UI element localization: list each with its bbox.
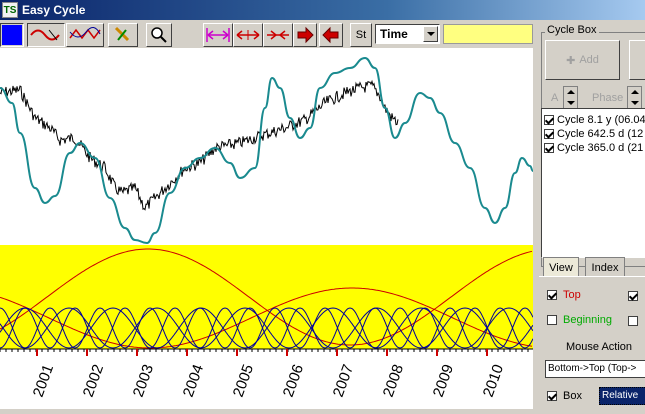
mode-select[interactable]: Time [375,24,440,44]
phase-spinner[interactable] [627,86,642,110]
tab-index[interactable]: Index [585,257,625,277]
cycle-label: Cycle 8.1 y (06.04 [557,114,645,126]
move-right-button[interactable] [293,23,317,47]
sine-wave-tool-button[interactable] [27,23,65,47]
plus-icon: ✚ [566,54,576,67]
list-item[interactable]: Cycle 8.1 y (06.04 [544,113,645,127]
chevron-down-icon[interactable] [423,26,438,42]
window-title: Easy Cycle [22,3,86,17]
stretch-arrows-icon [236,30,260,40]
st-button[interactable]: St [350,23,372,47]
amplitude-label: A [551,92,559,104]
top-checkbox[interactable] [547,290,557,300]
color-button[interactable] [0,23,24,47]
main-plot-bg [0,48,533,245]
cycle-box-label: Cycle Box [545,24,599,36]
box-option[interactable]: Box [547,390,582,402]
info-box [443,24,533,44]
add-label: Add [579,54,599,66]
relative-label: Relative [602,390,639,401]
chart-area[interactable]: 2001 2002 2003 2004 2005 2006 2007 2008 2009 2010 [0,48,534,409]
compress-arrows-icon [267,30,289,40]
title-bar: TS Easy Cycle [0,0,645,20]
view-tab-panel: Top Beginning Mouse Action Bottom->Top (… [539,276,645,410]
move-left-button[interactable] [319,23,343,47]
phase-label: Phase [592,92,624,104]
cycle-chart[interactable]: 2001 2002 2003 2004 2005 2006 2007 2008 2009 2010 [0,48,534,409]
cycle-checkbox[interactable] [544,115,554,125]
cycle-subpanel-bg [0,245,533,349]
beginning-label: Beginning [563,314,612,326]
toolbar: St Time [0,20,536,50]
app-icon: TS [2,2,18,18]
cycle-label: Cycle 642.5 d (12 [557,128,644,140]
zoom-button[interactable] [146,23,172,47]
box-label: Box [563,390,582,402]
mouse-action-select[interactable]: Bottom->Top (Top-> [545,360,645,378]
mode-select-value: Time [380,27,408,41]
arrow-right-icon [297,26,314,44]
magnifier-icon [151,27,167,43]
expand-arrows-icon [206,28,230,42]
tab-view-label: View [549,261,573,274]
blue-color-swatch-icon [2,25,22,45]
tab-view[interactable]: View [543,257,579,277]
add-cycle-button[interactable]: ✚ Add [545,40,620,80]
beginning-checkbox[interactable] [547,315,557,325]
top-option[interactable]: Top [547,289,581,301]
list-item[interactable]: Cycle 642.5 d (12 [544,127,643,141]
composite-wave-icon [69,27,101,40]
top-extra-checkbox[interactable] [628,291,638,301]
right-panel: Cycle Box ✚ Add A Phase Cycle 8.1 y (06.… [537,20,645,409]
st-label: St [355,29,367,41]
arrow-left-icon [322,26,339,44]
brush-icon [114,26,130,42]
beginning-option[interactable]: Beginning [547,314,612,326]
cycle-checkbox[interactable] [544,143,554,153]
top-label: Top [563,289,581,301]
eraser-tool-button[interactable] [108,23,138,47]
cycle-checkbox[interactable] [544,129,554,139]
mouse-action-label: Mouse Action [566,341,633,353]
remove-cycle-button[interactable] [629,40,645,80]
list-item[interactable]: Cycle 365.0 d (21 [544,141,643,155]
sine-wave-icon [30,29,60,41]
expand-range-button[interactable] [203,23,233,47]
mouse-action-value: Bottom->Top (Top-> [548,363,637,374]
cycle-label: Cycle 365.0 d (21 [557,142,644,154]
amplitude-spinner[interactable] [563,86,578,110]
composite-wave-tool-button[interactable] [66,23,104,47]
relative-button[interactable]: Relative [599,387,645,405]
cycle-list[interactable]: Cycle 8.1 y (06.04 Cycle 642.5 d (12 Cyc… [541,108,645,258]
stretch-button[interactable] [233,23,263,47]
box-checkbox[interactable] [547,391,557,401]
tab-index-label: Index [591,261,619,274]
compress-button[interactable] [263,23,293,47]
beginning-extra-checkbox[interactable] [628,316,638,326]
